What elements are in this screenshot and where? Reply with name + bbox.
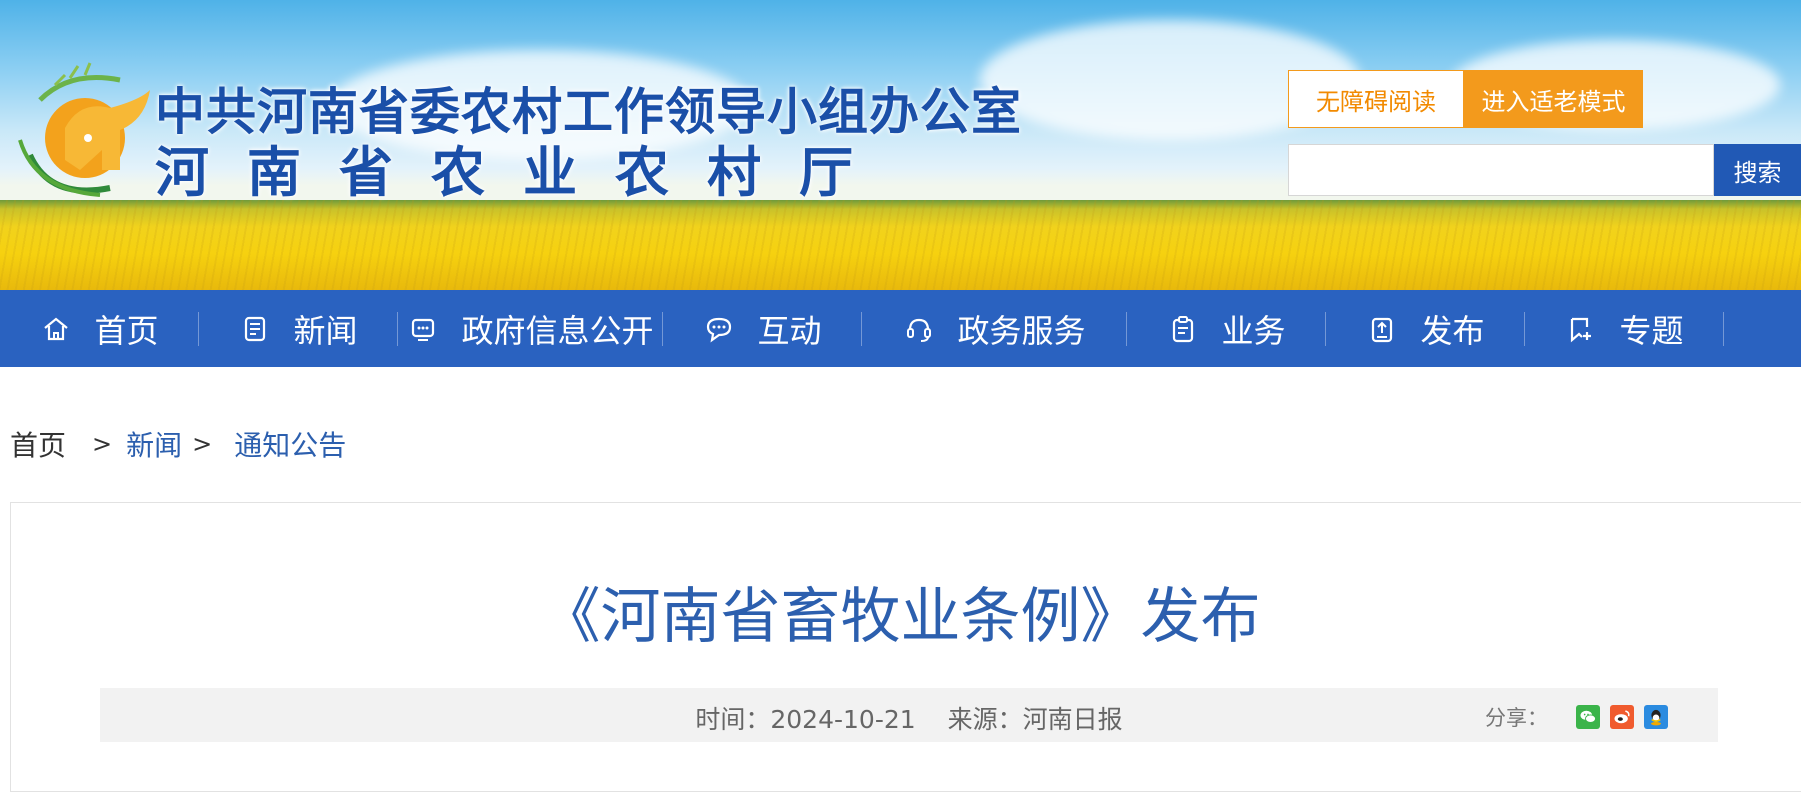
news-icon xyxy=(239,313,271,345)
article-meta-bar: 时间：2024-10-21 来源：河南日报 分享： xyxy=(100,688,1718,742)
nav-label: 互动 xyxy=(757,311,822,350)
share-bar: 分享： xyxy=(1485,702,1668,732)
topic-icon xyxy=(1565,313,1597,345)
nav-label: 专题 xyxy=(1619,311,1684,350)
search-input[interactable] xyxy=(1288,144,1714,196)
chat-icon xyxy=(703,313,735,345)
site-title-department: 河南省农业农村厅 xyxy=(155,140,891,204)
main-nav: 首页 新闻 政府信息公开 互动 政务服务 业务 发布 专题 xyxy=(0,290,1801,367)
home-icon xyxy=(40,313,72,345)
nav-item-business[interactable]: 业务 xyxy=(1127,290,1326,367)
search-button[interactable]: 搜索 xyxy=(1714,144,1801,196)
nav-item-services[interactable]: 政务服务 xyxy=(862,290,1127,367)
breadcrumb-home-link[interactable]: 首页 xyxy=(10,424,66,464)
clipboard-icon xyxy=(1167,313,1199,345)
site-banner: 中共河南省委农村工作领导小组办公室 河南省农业农村厅 无障碍阅读 进入适老模式 … xyxy=(0,0,1801,290)
nav-label: 政务服务 xyxy=(957,311,1086,350)
accessible-reading-button[interactable]: 无障碍阅读 xyxy=(1288,70,1464,128)
service-icon xyxy=(903,313,935,345)
publish-date: 时间：2024-10-21 xyxy=(695,705,916,734)
nav-label: 新闻 xyxy=(293,311,358,350)
article-source: 来源：河南日报 xyxy=(947,705,1123,734)
breadcrumb-news-link[interactable]: 新闻 xyxy=(126,424,182,464)
wechat-share-icon[interactable] xyxy=(1576,705,1600,729)
nav-item-topics[interactable]: 专题 xyxy=(1525,290,1724,367)
nav-label: 发布 xyxy=(1420,311,1485,350)
breadcrumb-separator: > xyxy=(192,430,213,458)
breadcrumb: 首页 > 新闻 > 通知公告 xyxy=(10,424,346,464)
share-label: 分享： xyxy=(1485,706,1548,730)
publish-icon xyxy=(1366,313,1398,345)
nav-item-home[interactable]: 首页 xyxy=(0,290,199,367)
weibo-share-icon[interactable] xyxy=(1610,705,1634,729)
nav-item-publish[interactable]: 发布 xyxy=(1326,290,1525,367)
nav-label: 业务 xyxy=(1221,311,1286,350)
breadcrumb-notices-link[interactable]: 通知公告 xyxy=(234,424,346,464)
qq-share-icon[interactable] xyxy=(1644,705,1668,729)
nav-item-interaction[interactable]: 互动 xyxy=(663,290,862,367)
site-logo[interactable] xyxy=(10,60,155,200)
breadcrumb-separator: > xyxy=(92,430,113,458)
article-title: 《河南省畜牧业条例》发布 xyxy=(540,582,1261,652)
nav-label: 首页 xyxy=(94,311,159,350)
nav-item-gov-info[interactable]: 政府信息公开 xyxy=(398,290,663,367)
info-icon xyxy=(407,313,439,345)
nav-item-news[interactable]: 新闻 xyxy=(199,290,398,367)
elder-mode-button[interactable]: 进入适老模式 xyxy=(1464,70,1643,128)
nav-label: 政府信息公开 xyxy=(461,311,654,350)
wheat-field xyxy=(0,200,1801,290)
article-meta: 时间：2024-10-21 来源：河南日报 xyxy=(100,700,1718,736)
